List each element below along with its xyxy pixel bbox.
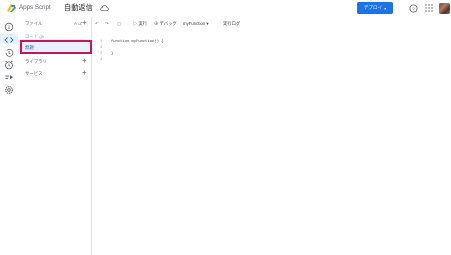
libraries-heading: ライブラリ <box>25 59 47 64</box>
project-title[interactable]: 自動返信 <box>64 3 93 13</box>
app-name[interactable]: Apps Script <box>19 4 51 11</box>
code-line[interactable]: function myFunction() { <box>111 40 163 44</box>
files-heading: ファイル <box>25 21 43 26</box>
chevron-down-icon: ▾ <box>384 5 387 11</box>
apps-grid-icon[interactable] <box>425 4 433 12</box>
line-number: 3 <box>100 52 103 56</box>
highlight-box <box>20 40 92 54</box>
avatar[interactable] <box>439 3 450 14</box>
execution-log-button[interactable]: 実行ログ <box>223 21 240 27</box>
add-library-button[interactable]: + <box>82 57 87 65</box>
run-button[interactable]: ▷ 実行 <box>133 21 147 27</box>
line-number: 1 <box>100 40 103 44</box>
deploy-label: デプロイ <box>363 5 383 10</box>
info-icon[interactable] <box>4 22 14 32</box>
settings-icon[interactable] <box>4 85 14 95</box>
executions-icon[interactable] <box>4 73 14 83</box>
deploy-button[interactable]: デプロイ ▾ <box>357 2 393 14</box>
svg-text:?: ? <box>412 6 415 11</box>
save-button[interactable]: ▢ <box>117 21 121 27</box>
add-file-button[interactable]: + <box>82 19 87 27</box>
apps-script-logo-icon[interactable] <box>6 3 17 13</box>
top-header: Apps Script 自動返信 デプロイ ▾ ? <box>0 0 451 17</box>
line-number: 2 <box>100 46 103 50</box>
sort-icon[interactable]: A↓Z <box>74 21 82 26</box>
editor-toolbar: ↶ ↷ ▢ ▷ 実行 ⊕ デバッグ myFunction ▾ 実行ログ <box>92 17 451 29</box>
function-select[interactable]: myFunction ▾ <box>183 21 209 27</box>
debug-button[interactable]: ⊕ デバッグ <box>154 21 177 27</box>
help-icon[interactable]: ? <box>409 4 418 13</box>
left-rail <box>0 17 18 255</box>
add-service-button[interactable]: + <box>82 69 87 77</box>
redo-button[interactable]: ↷ <box>105 21 109 27</box>
code-icon[interactable] <box>4 35 14 45</box>
clock-icon[interactable] <box>4 60 14 70</box>
code-line[interactable]: } <box>111 52 113 56</box>
undo-button[interactable]: ↶ <box>95 21 99 27</box>
services-heading: サービス <box>25 71 43 76</box>
line-number: 4 <box>100 58 103 62</box>
cloud-saved-icon <box>100 5 109 12</box>
history-icon[interactable] <box>4 48 14 58</box>
code-editor[interactable]: 1 2 3 4 function myFunction() { } <box>92 33 451 255</box>
